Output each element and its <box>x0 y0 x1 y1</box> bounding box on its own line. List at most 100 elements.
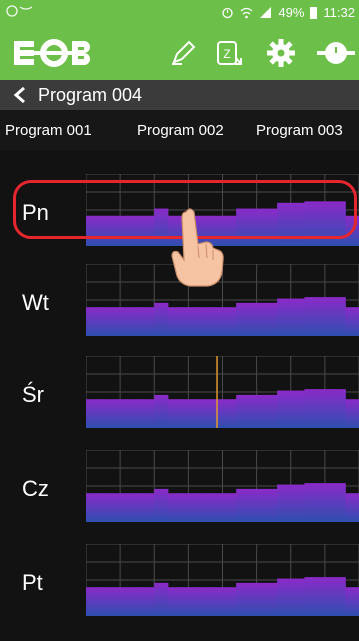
profile-segment <box>249 488 264 522</box>
profile-segment <box>154 302 169 336</box>
settings-gear-icon <box>267 39 295 67</box>
alarm-icon <box>222 7 234 19</box>
profile-segment <box>86 493 101 522</box>
breadcrumb: Program 004 <box>0 80 359 110</box>
profile-segment <box>208 307 223 336</box>
edit-button[interactable] <box>166 36 200 70</box>
profile-segment <box>140 587 155 616</box>
profile-segment <box>263 302 278 336</box>
profile-segment <box>345 587 359 616</box>
profile-segment <box>222 493 237 522</box>
profile-segment <box>126 587 142 616</box>
profile-segment <box>345 493 359 522</box>
next-row-peek <box>0 628 359 641</box>
profile-segment <box>290 484 305 522</box>
clock: 11:32 <box>323 5 355 20</box>
profile-segment <box>263 394 278 428</box>
profile-segment <box>249 302 264 336</box>
profile-segment <box>277 390 292 428</box>
profile-segment <box>154 488 169 522</box>
profile-segment <box>140 493 155 522</box>
profile-segment <box>318 389 333 428</box>
temperature-probe-icon <box>317 42 355 64</box>
back-button[interactable] <box>12 86 30 104</box>
profile-segment <box>290 578 305 616</box>
tab-program-002[interactable]: Program 002 <box>137 122 224 139</box>
profile-segment <box>277 484 292 522</box>
day-row-sr[interactable]: Śr <box>0 344 359 438</box>
profile-segment <box>99 399 114 428</box>
profile-segment <box>263 582 278 616</box>
profile-segment <box>331 577 346 616</box>
profile-segment <box>154 582 169 616</box>
day-chart-cz[interactable] <box>86 450 359 522</box>
sensor-button[interactable] <box>314 36 358 70</box>
profile-segment <box>236 582 251 616</box>
profile-segment <box>126 399 142 428</box>
profile-segment <box>222 307 237 336</box>
battery-icon <box>310 7 318 19</box>
profile-segment <box>236 488 251 522</box>
profile-segment <box>99 587 114 616</box>
profile-segment <box>195 493 210 522</box>
profile-segment <box>167 493 183 522</box>
profile-segment <box>126 307 142 336</box>
profile-segment <box>318 483 333 522</box>
profile-segment <box>318 297 333 336</box>
profile-segment <box>208 587 223 616</box>
status-left-icons <box>6 5 33 20</box>
profile-segment <box>222 399 237 428</box>
wifi-icon <box>240 7 253 19</box>
day-row-pt[interactable]: Pt <box>0 532 359 626</box>
profile-segment <box>99 493 114 522</box>
tab-program-003[interactable]: Program 003 <box>256 122 343 139</box>
copy-program-button[interactable]: Z <box>212 36 246 70</box>
profile-segment <box>222 587 237 616</box>
tab-program-001[interactable]: Program 001 <box>5 122 92 139</box>
day-label: Cz <box>22 476 49 501</box>
profile-segment <box>304 297 319 336</box>
profile-segment <box>263 488 278 522</box>
day-chart-pt[interactable] <box>86 544 359 616</box>
profile-segment <box>126 493 142 522</box>
profile-segment <box>167 399 183 428</box>
page-title: Program 004 <box>38 84 143 105</box>
profile-segment <box>331 483 346 522</box>
profile-segment <box>113 587 128 616</box>
settings-button[interactable] <box>264 36 298 70</box>
battery-percent: 49% <box>278 5 305 20</box>
edit-icon <box>172 40 196 65</box>
profile-segment <box>345 307 359 336</box>
status-bar: 49% 11:32 <box>0 0 359 26</box>
signal-icon <box>260 7 272 18</box>
profile-segment <box>318 577 333 616</box>
copy-z-icon: Z <box>217 41 242 65</box>
day-row-cz[interactable]: Cz <box>0 438 359 532</box>
profile-segment <box>167 307 183 336</box>
profile-segment <box>86 399 101 428</box>
profile-segment <box>195 587 210 616</box>
profile-segment <box>140 399 155 428</box>
profile-segment <box>113 399 128 428</box>
profile-segment <box>277 578 292 616</box>
day-label: Pt <box>22 570 43 595</box>
profile-segment <box>86 587 101 616</box>
day-chart-sr[interactable] <box>86 356 359 428</box>
profile-segment <box>181 399 196 428</box>
notification-icons <box>6 5 33 17</box>
profile-segment <box>331 297 346 336</box>
profile-segment <box>208 493 223 522</box>
profile-segment <box>304 389 319 428</box>
profile-segment <box>113 307 128 336</box>
profile-segment <box>304 483 319 522</box>
profile-segment <box>290 298 305 336</box>
profile-segment <box>236 394 251 428</box>
profile-segment <box>167 587 183 616</box>
profile-segment <box>290 390 305 428</box>
profile-segment <box>154 394 169 428</box>
app-toolbar: Z <box>0 26 359 80</box>
profile-segment <box>181 587 196 616</box>
profile-segment <box>86 307 101 336</box>
day-label: Wt <box>22 290 49 315</box>
chevron-left-icon <box>13 86 25 104</box>
